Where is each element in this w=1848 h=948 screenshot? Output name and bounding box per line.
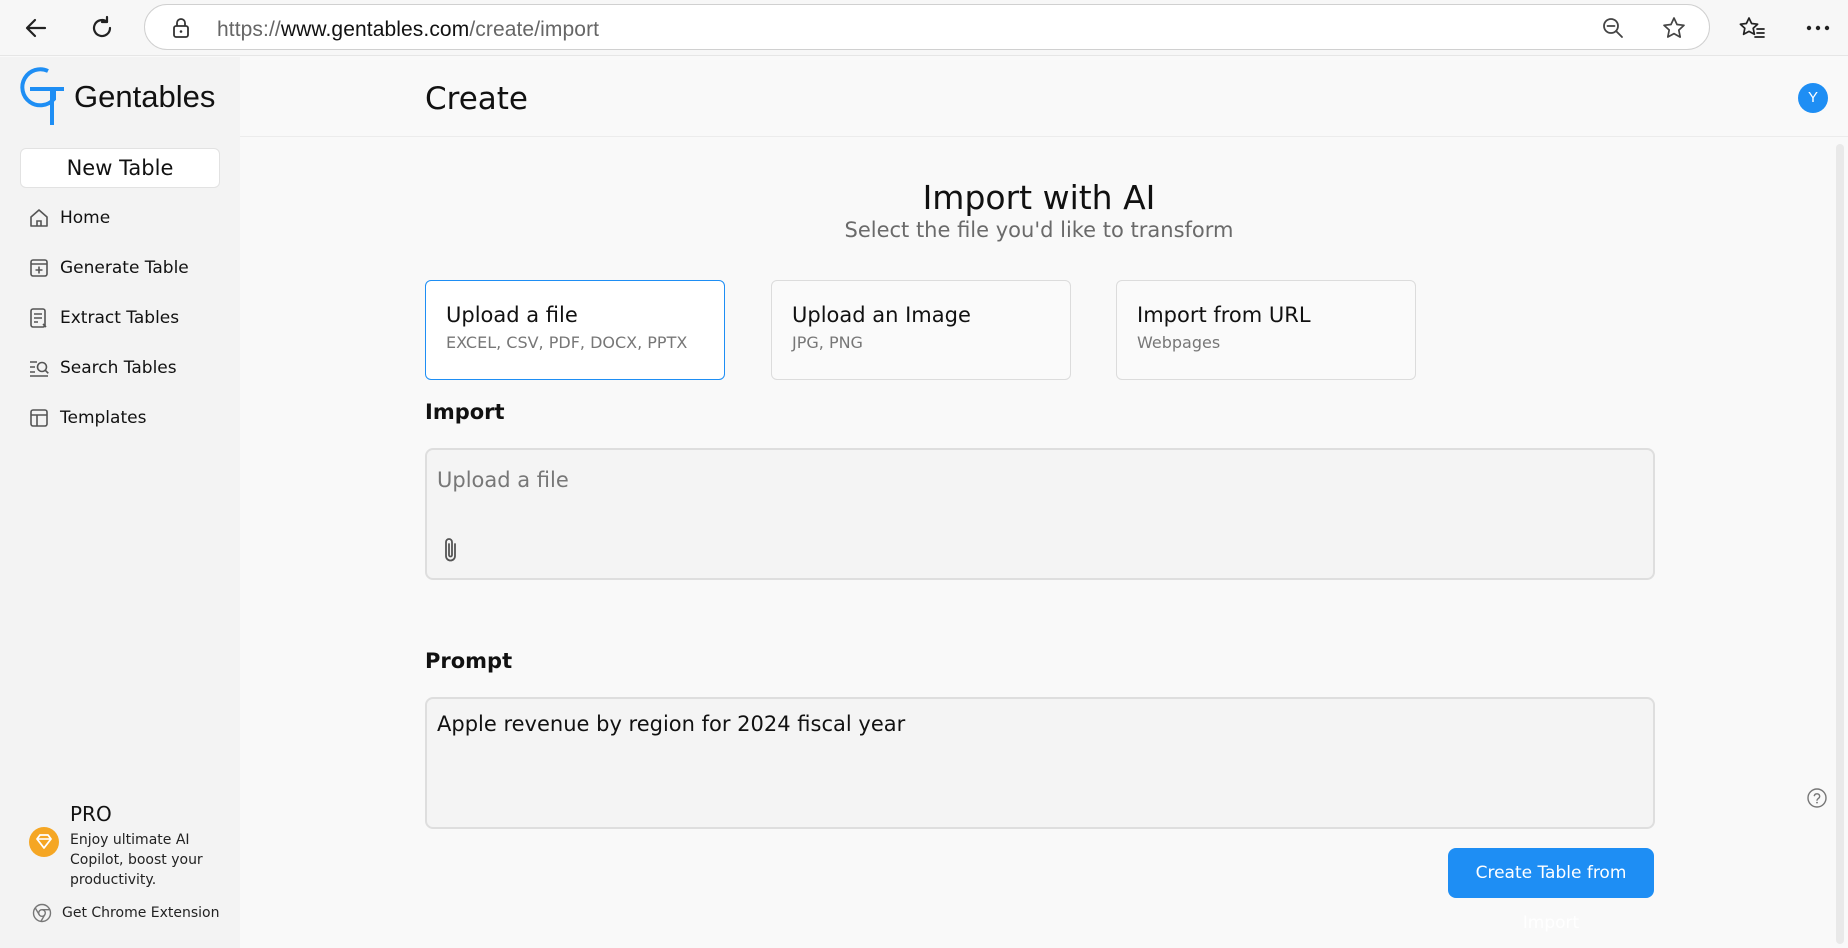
option-subtitle: JPG, PNG — [792, 333, 863, 352]
diamond-badge-icon — [29, 827, 59, 857]
sidebar-item-label: Generate Table — [60, 258, 189, 278]
scrollbar[interactable] — [1836, 144, 1844, 944]
pro-description: Enjoy ultimate AI Copilot, boost your pr… — [70, 832, 203, 888]
refresh-icon[interactable] — [82, 8, 122, 48]
sidebar-item-search-tables[interactable]: Search Tables — [28, 353, 177, 383]
sidebar-item-label: Extract Tables — [60, 308, 180, 328]
sidebar-item-templates[interactable]: Templates — [28, 403, 146, 433]
sidebar-item-home[interactable]: Home — [28, 203, 110, 233]
avatar[interactable]: Y — [1798, 83, 1828, 113]
sidebar-item-extract-tables[interactable]: Extract Tables — [28, 303, 179, 333]
prompt-value: Apple revenue by region for 2024 fiscal … — [437, 712, 906, 736]
layout-icon — [30, 409, 48, 427]
chrome-extension-label: Get Chrome Extension — [62, 905, 220, 921]
option-title: Upload an Image — [792, 303, 971, 327]
browser-toolbar: https://www.gentables.com/create/import — [0, 0, 1848, 56]
favorites-list-icon[interactable] — [1732, 8, 1772, 48]
option-title: Import from URL — [1137, 303, 1311, 327]
sidebar: Gentables New Table Home Generate Table … — [0, 57, 240, 948]
document-list-icon — [30, 308, 47, 328]
prompt-textarea[interactable]: Apple revenue by region for 2024 fiscal … — [425, 697, 1655, 829]
url-host: www.gentables.com — [280, 18, 470, 41]
list-search-icon — [30, 361, 49, 377]
import-file-input[interactable]: Upload a file — [425, 448, 1655, 580]
address-bar[interactable]: https://www.gentables.com/create/import — [144, 4, 1710, 50]
import-placeholder: Upload a file — [437, 468, 569, 492]
prompt-label: Prompt — [425, 649, 513, 673]
more-menu-icon[interactable] — [1798, 8, 1838, 48]
help-icon[interactable] — [1806, 787, 1828, 814]
option-import-url[interactable]: Import from URL Webpages — [1116, 280, 1416, 380]
gentables-logo-icon — [20, 67, 64, 125]
page-header: Create Y — [240, 57, 1848, 137]
page-title: Create — [425, 81, 529, 117]
url-path: /create/import — [469, 18, 600, 41]
get-chrome-extension-link[interactable]: Get Chrome Extension — [32, 903, 220, 923]
hero-subtitle: Select the file you'd like to transform — [844, 218, 1234, 242]
back-icon[interactable] — [16, 8, 56, 48]
url-scheme: https:// — [217, 18, 281, 41]
option-title: Upload a file — [446, 303, 578, 327]
lock-icon[interactable] — [171, 17, 191, 44]
sidebar-item-label: Templates — [60, 408, 147, 428]
sidebar-item-generate-table[interactable]: Generate Table — [28, 253, 189, 283]
pro-title: PRO — [70, 802, 112, 826]
sidebar-item-label: Home — [60, 208, 111, 228]
hero-title: Import with AI — [922, 178, 1156, 217]
chrome-icon — [32, 903, 52, 923]
create-table-from-import-button[interactable]: Create Table from Import — [1448, 848, 1654, 933]
option-subtitle: Webpages — [1137, 333, 1221, 352]
logo-wordmark: Gentables — [74, 79, 216, 114]
home-icon — [30, 209, 48, 227]
option-upload-image[interactable]: Upload an Image JPG, PNG — [771, 280, 1071, 380]
option-subtitle: EXCEL, CSV, PDF, DOCX, PPTX — [446, 333, 688, 352]
url-text: https://www.gentables.com/create/import — [217, 18, 599, 42]
sidebar-item-label: Search Tables — [60, 358, 177, 378]
plus-square-icon — [30, 259, 48, 277]
paperclip-icon[interactable] — [441, 536, 461, 569]
main-content: Import with AI Select the file you'd lik… — [240, 138, 1830, 948]
favorite-star-icon[interactable] — [1661, 15, 1687, 46]
new-table-button[interactable]: New Table — [20, 148, 220, 188]
import-label: Import — [425, 400, 505, 424]
logo[interactable]: Gentables — [18, 65, 228, 127]
zoom-out-icon[interactable] — [1601, 16, 1625, 45]
option-upload-file[interactable]: Upload a file EXCEL, CSV, PDF, DOCX, PPT… — [425, 280, 725, 380]
